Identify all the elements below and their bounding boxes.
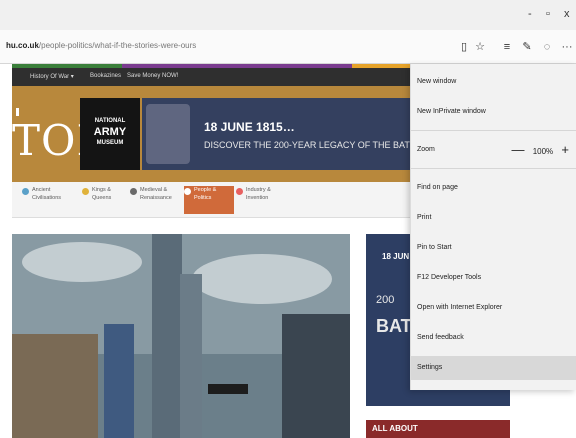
menu-item-settings[interactable]: Settings	[411, 356, 576, 380]
category-ancient-civilisations[interactable]: Ancient Civilisations	[22, 186, 76, 214]
crown-icon	[82, 188, 89, 195]
nav-stripe-orange	[352, 64, 412, 68]
side-ad-line-1: 200	[376, 294, 395, 306]
maximize-button[interactable]: ▫	[546, 8, 550, 20]
url-field[interactable]: hu.co.uk/people-politics/what-if-the-sto…	[6, 41, 196, 50]
hero-tower	[180, 274, 202, 438]
menu-divider	[411, 130, 576, 131]
menu-item-pin-to-start[interactable]: Pin to Start	[411, 236, 576, 260]
category-line-2: Queens	[92, 195, 112, 201]
hero-image[interactable]	[12, 234, 350, 438]
category-line-2: Civilisations	[32, 195, 62, 201]
banner-date: 18 JUNE 1815…	[204, 120, 295, 134]
site-nav: History Of War ▾ Bookazines Save Money N…	[12, 64, 412, 86]
zoom-value: 100%	[532, 147, 554, 156]
hero-tower	[152, 234, 182, 438]
category-people-politics[interactable]: People & Politics	[184, 186, 234, 214]
binoculars-icon	[130, 188, 137, 195]
nav-stripe-green	[12, 64, 122, 68]
nav-link-save-money[interactable]: Save Money NOW!	[127, 73, 178, 79]
share-icon[interactable]: ◌	[538, 38, 556, 56]
zoom-controls: — 100% +	[511, 138, 569, 164]
category-line-2: Politics	[194, 195, 212, 201]
soldier-illustration	[146, 104, 190, 164]
category-line-1: Kings &	[92, 187, 111, 193]
category-line-1: People &	[194, 187, 217, 193]
hero-building	[282, 314, 350, 438]
category-kings-queens[interactable]: Kings & Queens	[82, 186, 132, 214]
close-button[interactable]: x	[564, 8, 570, 20]
menu-divider	[411, 168, 576, 169]
zoom-in-button[interactable]: +	[561, 142, 569, 157]
category-line-1: Industry &	[246, 187, 271, 193]
museum-line-2: ARMY	[93, 126, 127, 138]
hero-building	[12, 334, 98, 438]
site-header: TORY NATIONAL ARMY MUSEUM 18 JUNE 1815… …	[12, 86, 494, 182]
hub-icon[interactable]: ≡	[498, 38, 516, 56]
menu-item-new-window[interactable]: New window	[411, 70, 576, 94]
category-line-2: Renaissance	[140, 195, 172, 201]
drone-illustration	[208, 384, 248, 394]
category-line-1: Ancient	[32, 187, 51, 193]
all-about-banner[interactable]: ALL ABOUT	[366, 420, 510, 438]
national-army-museum-logo[interactable]: NATIONAL ARMY MUSEUM	[80, 98, 140, 170]
menu-item-open-with-ie[interactable]: Open with Internet Explorer	[411, 296, 576, 320]
bulb-icon	[236, 188, 243, 195]
zoom-out-button[interactable]: —	[511, 142, 524, 157]
category-industry-invention[interactable]: Industry & Invention	[236, 186, 296, 214]
url-domain: hu.co.uk	[6, 41, 39, 50]
category-bar: Ancient Civilisations Kings & Queens Med…	[12, 182, 412, 218]
address-bar[interactable]: hu.co.uk/people-politics/what-if-the-sto…	[0, 30, 576, 64]
more-actions-menu: New window New InPrivate window Zoom — 1…	[410, 64, 576, 390]
person-icon	[184, 188, 191, 195]
logo-mark	[16, 108, 19, 116]
hero-tower	[104, 324, 134, 438]
menu-item-zoom: Zoom — 100% +	[411, 138, 576, 162]
side-ad-date: 18 JUN	[382, 252, 410, 261]
menu-item-f12-developer-tools[interactable]: F12 Developer Tools	[411, 266, 576, 290]
menu-item-send-feedback[interactable]: Send feedback	[411, 326, 576, 350]
web-note-icon[interactable]: ✎	[518, 38, 536, 56]
menu-item-find-on-page[interactable]: Find on page	[411, 176, 576, 200]
url-path: /people-politics/what-if-the-stories-wer…	[38, 41, 197, 50]
more-icon[interactable]: ···	[558, 38, 576, 56]
category-line-1: Medieval &	[140, 187, 168, 193]
category-line-2: Invention	[246, 195, 269, 201]
pin-icon	[22, 188, 29, 195]
nav-link-bookazines[interactable]: Bookazines	[90, 73, 121, 79]
favorite-star-icon[interactable]: ☆	[471, 38, 489, 56]
waterloo-banner[interactable]: 18 JUNE 1815… DISCOVER THE 200-YEAR LEGA…	[142, 98, 494, 170]
nav-link-history-of-war[interactable]: History Of War ▾	[30, 73, 74, 80]
nav-stripe-purple	[122, 64, 352, 68]
museum-line-3: MUSEUM	[96, 140, 124, 146]
zoom-label: Zoom	[417, 146, 435, 153]
minimize-button[interactable]: -	[528, 8, 532, 20]
menu-item-print[interactable]: Print	[411, 206, 576, 230]
menu-item-new-inprivate-window[interactable]: New InPrivate window	[411, 100, 576, 124]
title-bar: - ▫ x	[0, 0, 576, 30]
category-medieval-renaissance[interactable]: Medieval & Renaissance	[130, 186, 190, 214]
hero-cloud	[22, 242, 142, 282]
hero-cloud	[192, 254, 332, 304]
